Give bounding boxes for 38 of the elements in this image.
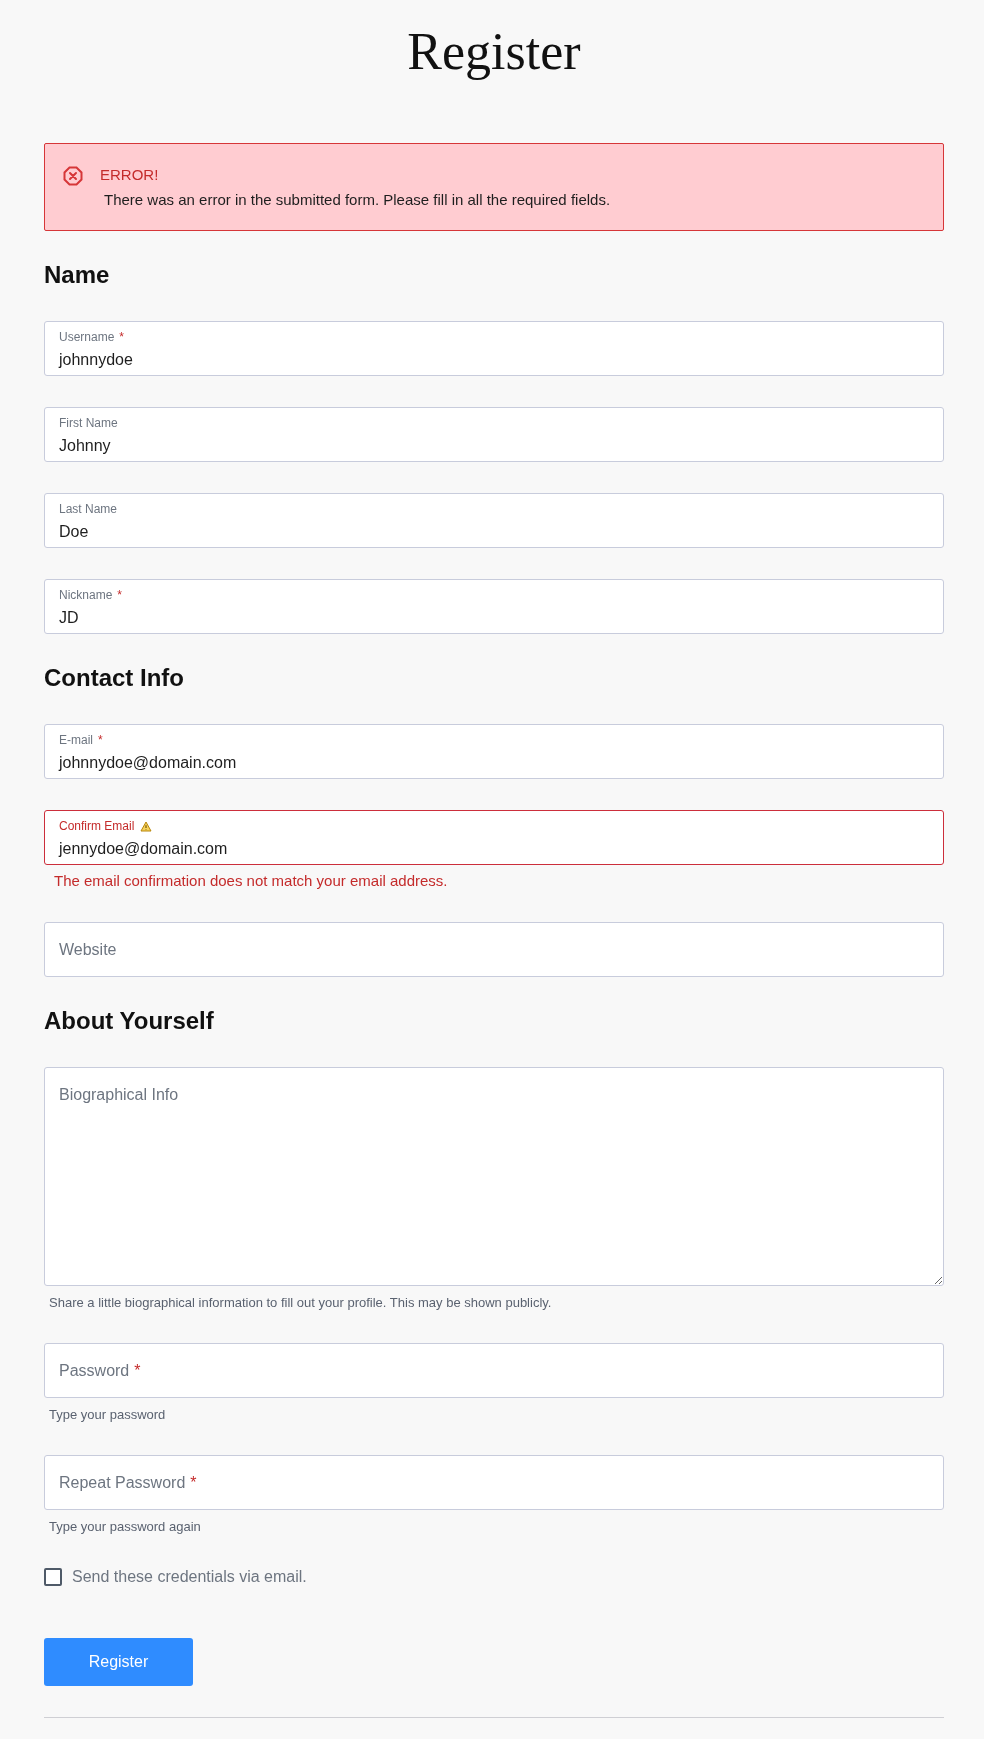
textarea-field[interactable]: Biographical Info — [44, 1067, 944, 1286]
field-label: Password * — [59, 1360, 141, 1381]
alert-message: There was an error in the submitted form. Please fill in all the required fields. — [104, 190, 611, 210]
input-field[interactable]: Password * — [44, 1343, 944, 1398]
field-value: Doe — [59, 522, 89, 542]
field-label: Repeat Password * — [59, 1472, 197, 1493]
section-heading: Name — [44, 260, 111, 290]
input-field[interactable]: Username * johnnydoe — [44, 321, 944, 376]
input-field[interactable]: Nickname * JD — [44, 579, 944, 634]
section-heading: Contact Info — [44, 663, 185, 693]
page-title: Register — [406, 22, 582, 82]
help-text: Type your password again — [49, 1518, 202, 1536]
field-value: johnnydoe — [59, 350, 133, 370]
help-text: Share a little biographical information to fill out your profile. This may be shown publicly. — [49, 1294, 553, 1312]
warning-icon — [140, 820, 153, 832]
field-value: Johnny — [59, 436, 111, 456]
alert-title: ERROR! — [100, 166, 159, 184]
error-icon — [63, 166, 83, 186]
input-field[interactable]: Repeat Password * — [44, 1455, 944, 1510]
input-field[interactable]: Website — [44, 922, 944, 977]
input-field[interactable]: First Name Johnny — [44, 407, 944, 462]
field-label: E-mail * — [59, 732, 103, 748]
help-text: Type your password — [49, 1406, 167, 1424]
error-message: The email confirmation does not match your email address. — [54, 871, 449, 891]
input-field[interactable]: Last Name Doe — [44, 493, 944, 548]
input-field[interactable]: Confirm Email jennydoe@domain.com — [44, 810, 944, 865]
section-heading: About Yourself — [44, 1006, 215, 1036]
checkbox-label[interactable]: Send these credentials via email. — [72, 1567, 307, 1587]
field-value: JD — [59, 608, 79, 628]
checkbox[interactable] — [44, 1568, 62, 1586]
field-label: Username * — [59, 329, 125, 345]
field-label: Confirm Email — [59, 818, 135, 834]
field-value: jennydoe@domain.com — [59, 839, 228, 859]
field-label: Nickname * — [59, 587, 123, 603]
field-value: johnnydoe@domain.com — [59, 753, 237, 773]
field-label: Last Name — [59, 501, 118, 517]
field-label: First Name — [59, 415, 118, 431]
input-field[interactable]: E-mail * johnnydoe@domain.com — [44, 724, 944, 779]
